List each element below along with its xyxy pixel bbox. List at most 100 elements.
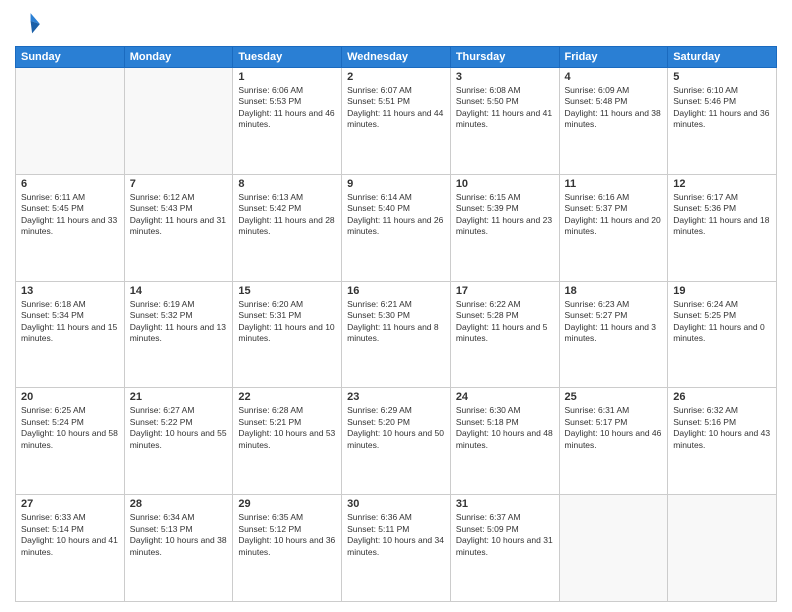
day-info: Sunrise: 6:14 AM Sunset: 5:40 PM Dayligh… bbox=[347, 192, 445, 238]
day-number: 15 bbox=[238, 285, 336, 297]
calendar-header-sunday: Sunday bbox=[16, 47, 125, 68]
day-info: Sunrise: 6:16 AM Sunset: 5:37 PM Dayligh… bbox=[565, 192, 663, 238]
day-info: Sunrise: 6:32 AM Sunset: 5:16 PM Dayligh… bbox=[673, 405, 771, 451]
day-info: Sunrise: 6:28 AM Sunset: 5:21 PM Dayligh… bbox=[238, 405, 336, 451]
day-info: Sunrise: 6:34 AM Sunset: 5:13 PM Dayligh… bbox=[130, 512, 228, 558]
day-info: Sunrise: 6:17 AM Sunset: 5:36 PM Dayligh… bbox=[673, 192, 771, 238]
calendar-cell: 24 Sunrise: 6:30 AM Sunset: 5:18 PM Dayli… bbox=[450, 388, 559, 495]
day-info: Sunrise: 6:30 AM Sunset: 5:18 PM Dayligh… bbox=[456, 405, 554, 451]
calendar-week-0: 1 Sunrise: 6:06 AM Sunset: 5:53 PM Daylig… bbox=[16, 68, 777, 175]
calendar-cell: 25 Sunrise: 6:31 AM Sunset: 5:17 PM Dayli… bbox=[559, 388, 668, 495]
day-info: Sunrise: 6:31 AM Sunset: 5:17 PM Dayligh… bbox=[565, 405, 663, 451]
day-info: Sunrise: 6:15 AM Sunset: 5:39 PM Dayligh… bbox=[456, 192, 554, 238]
calendar-header-saturday: Saturday bbox=[668, 47, 777, 68]
calendar-cell: 21 Sunrise: 6:27 AM Sunset: 5:22 PM Dayli… bbox=[124, 388, 233, 495]
logo bbox=[15, 10, 47, 38]
calendar-cell: 17 Sunrise: 6:22 AM Sunset: 5:28 PM Dayli… bbox=[450, 281, 559, 388]
day-number: 11 bbox=[565, 178, 663, 190]
page: SundayMondayTuesdayWednesdayThursdayFrid… bbox=[0, 0, 792, 612]
calendar-cell: 18 Sunrise: 6:23 AM Sunset: 5:27 PM Dayli… bbox=[559, 281, 668, 388]
calendar-cell: 3 Sunrise: 6:08 AM Sunset: 5:50 PM Daylig… bbox=[450, 68, 559, 175]
day-number: 16 bbox=[347, 285, 445, 297]
day-number: 31 bbox=[456, 498, 554, 510]
day-info: Sunrise: 6:24 AM Sunset: 5:25 PM Dayligh… bbox=[673, 299, 771, 345]
day-number: 29 bbox=[238, 498, 336, 510]
calendar-cell: 22 Sunrise: 6:28 AM Sunset: 5:21 PM Dayli… bbox=[233, 388, 342, 495]
calendar-week-3: 20 Sunrise: 6:25 AM Sunset: 5:24 PM Dayli… bbox=[16, 388, 777, 495]
calendar-cell: 13 Sunrise: 6:18 AM Sunset: 5:34 PM Dayli… bbox=[16, 281, 125, 388]
day-info: Sunrise: 6:10 AM Sunset: 5:46 PM Dayligh… bbox=[673, 85, 771, 131]
day-info: Sunrise: 6:09 AM Sunset: 5:48 PM Dayligh… bbox=[565, 85, 663, 131]
calendar-cell: 8Sunrise: 6:13 AM Sunset: 5:42 PM Daylig… bbox=[233, 174, 342, 281]
day-info: Sunrise: 6:29 AM Sunset: 5:20 PM Dayligh… bbox=[347, 405, 445, 451]
calendar-cell: 5 Sunrise: 6:10 AM Sunset: 5:46 PM Daylig… bbox=[668, 68, 777, 175]
calendar-cell: 14 Sunrise: 6:19 AM Sunset: 5:32 PM Dayli… bbox=[124, 281, 233, 388]
day-info: Sunrise: 6:25 AM Sunset: 5:24 PM Dayligh… bbox=[21, 405, 119, 451]
day-number: 26 bbox=[673, 391, 771, 403]
day-number: 4 bbox=[565, 71, 663, 83]
calendar-cell: 7Sunrise: 6:12 AM Sunset: 5:43 PM Daylig… bbox=[124, 174, 233, 281]
calendar-cell: 26 Sunrise: 6:32 AM Sunset: 5:16 PM Dayli… bbox=[668, 388, 777, 495]
day-number: 20 bbox=[21, 391, 119, 403]
day-number: 12 bbox=[673, 178, 771, 190]
calendar-cell: 23Sunrise: 6:29 AM Sunset: 5:20 PM Dayli… bbox=[342, 388, 451, 495]
calendar-header-friday: Friday bbox=[559, 47, 668, 68]
day-number: 25 bbox=[565, 391, 663, 403]
calendar-cell: 30 Sunrise: 6:36 AM Sunset: 5:11 PM Dayli… bbox=[342, 495, 451, 602]
day-number: 3 bbox=[456, 71, 554, 83]
calendar-header-tuesday: Tuesday bbox=[233, 47, 342, 68]
calendar-cell: 11 Sunrise: 6:16 AM Sunset: 5:37 PM Dayli… bbox=[559, 174, 668, 281]
calendar-cell: 12 Sunrise: 6:17 AM Sunset: 5:36 PM Dayli… bbox=[668, 174, 777, 281]
calendar-cell: 10 Sunrise: 6:15 AM Sunset: 5:39 PM Dayli… bbox=[450, 174, 559, 281]
header bbox=[15, 10, 777, 38]
calendar-cell: 27Sunrise: 6:33 AM Sunset: 5:14 PM Dayli… bbox=[16, 495, 125, 602]
day-info: Sunrise: 6:27 AM Sunset: 5:22 PM Dayligh… bbox=[130, 405, 228, 451]
day-number: 9 bbox=[347, 178, 445, 190]
calendar-cell: 29Sunrise: 6:35 AM Sunset: 5:12 PM Dayli… bbox=[233, 495, 342, 602]
day-number: 13 bbox=[21, 285, 119, 297]
day-number: 22 bbox=[238, 391, 336, 403]
day-number: 14 bbox=[130, 285, 228, 297]
calendar-cell bbox=[124, 68, 233, 175]
day-number: 2 bbox=[347, 71, 445, 83]
calendar-cell: 6Sunrise: 6:11 AM Sunset: 5:45 PM Daylig… bbox=[16, 174, 125, 281]
day-number: 24 bbox=[456, 391, 554, 403]
calendar-cell: 19 Sunrise: 6:24 AM Sunset: 5:25 PM Dayli… bbox=[668, 281, 777, 388]
day-info: Sunrise: 6:08 AM Sunset: 5:50 PM Dayligh… bbox=[456, 85, 554, 131]
day-number: 6 bbox=[21, 178, 119, 190]
day-info: Sunrise: 6:18 AM Sunset: 5:34 PM Dayligh… bbox=[21, 299, 119, 345]
day-number: 5 bbox=[673, 71, 771, 83]
calendar-cell bbox=[559, 495, 668, 602]
calendar-week-2: 13 Sunrise: 6:18 AM Sunset: 5:34 PM Dayli… bbox=[16, 281, 777, 388]
day-number: 7 bbox=[130, 178, 228, 190]
day-info: Sunrise: 6:36 AM Sunset: 5:11 PM Dayligh… bbox=[347, 512, 445, 558]
day-number: 19 bbox=[673, 285, 771, 297]
calendar-cell: 28 Sunrise: 6:34 AM Sunset: 5:13 PM Dayli… bbox=[124, 495, 233, 602]
calendar-cell: 4 Sunrise: 6:09 AM Sunset: 5:48 PM Daylig… bbox=[559, 68, 668, 175]
day-number: 17 bbox=[456, 285, 554, 297]
day-number: 1 bbox=[238, 71, 336, 83]
calendar-cell: 1 Sunrise: 6:06 AM Sunset: 5:53 PM Daylig… bbox=[233, 68, 342, 175]
calendar-header-monday: Monday bbox=[124, 47, 233, 68]
day-number: 28 bbox=[130, 498, 228, 510]
day-info: Sunrise: 6:23 AM Sunset: 5:27 PM Dayligh… bbox=[565, 299, 663, 345]
calendar-cell: 15Sunrise: 6:20 AM Sunset: 5:31 PM Dayli… bbox=[233, 281, 342, 388]
calendar-cell: 2 Sunrise: 6:07 AM Sunset: 5:51 PM Daylig… bbox=[342, 68, 451, 175]
day-info: Sunrise: 6:22 AM Sunset: 5:28 PM Dayligh… bbox=[456, 299, 554, 345]
day-info: Sunrise: 6:06 AM Sunset: 5:53 PM Dayligh… bbox=[238, 85, 336, 131]
calendar-cell: 9 Sunrise: 6:14 AM Sunset: 5:40 PM Daylig… bbox=[342, 174, 451, 281]
calendar-header-row: SundayMondayTuesdayWednesdayThursdayFrid… bbox=[16, 47, 777, 68]
logo-icon bbox=[15, 10, 43, 38]
day-number: 21 bbox=[130, 391, 228, 403]
day-number: 27 bbox=[21, 498, 119, 510]
day-number: 18 bbox=[565, 285, 663, 297]
calendar-table: SundayMondayTuesdayWednesdayThursdayFrid… bbox=[15, 46, 777, 602]
calendar-cell: 16Sunrise: 6:21 AM Sunset: 5:30 PM Dayli… bbox=[342, 281, 451, 388]
calendar-week-1: 6Sunrise: 6:11 AM Sunset: 5:45 PM Daylig… bbox=[16, 174, 777, 281]
day-info: Sunrise: 6:19 AM Sunset: 5:32 PM Dayligh… bbox=[130, 299, 228, 345]
day-info: Sunrise: 6:07 AM Sunset: 5:51 PM Dayligh… bbox=[347, 85, 445, 131]
day-number: 30 bbox=[347, 498, 445, 510]
day-number: 10 bbox=[456, 178, 554, 190]
calendar-cell: 20 Sunrise: 6:25 AM Sunset: 5:24 PM Dayli… bbox=[16, 388, 125, 495]
calendar-cell: 31Sunrise: 6:37 AM Sunset: 5:09 PM Dayli… bbox=[450, 495, 559, 602]
